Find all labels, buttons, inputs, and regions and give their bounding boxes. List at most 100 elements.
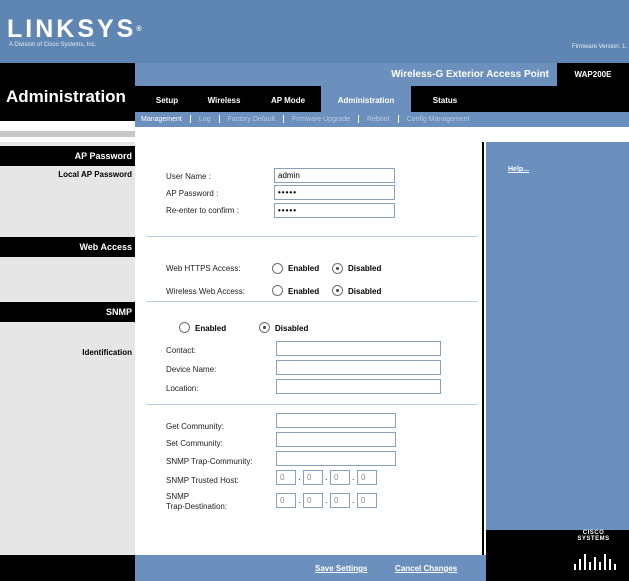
user-name-input[interactable]: admin bbox=[274, 168, 395, 183]
divider bbox=[147, 404, 477, 405]
cisco-bar bbox=[609, 559, 611, 570]
model-name: WAP200E bbox=[557, 63, 629, 86]
https-disabled-radio[interactable] bbox=[332, 263, 343, 274]
wireless-enabled-radio[interactable] bbox=[272, 285, 283, 296]
device-name-input[interactable] bbox=[276, 360, 441, 375]
tab-ap-mode[interactable]: AP Mode bbox=[263, 86, 313, 112]
cisco-systems-label: CISCO SYSTEMS bbox=[577, 530, 610, 542]
subtabs: Management Log Factory Default Firmware Upg… bbox=[135, 112, 629, 127]
cisco-bar bbox=[594, 557, 596, 570]
web-access-heading: Web Access bbox=[0, 237, 135, 257]
trap-destination-octet-2[interactable]: 0 bbox=[303, 493, 323, 508]
subtab-factory-default[interactable]: Factory Default bbox=[228, 112, 275, 127]
subtab-divider bbox=[218, 114, 220, 123]
trap-destination-octet-3[interactable]: 0 bbox=[330, 493, 350, 508]
subtab-config-management[interactable]: Config Management bbox=[407, 112, 470, 127]
snmp-heading: SNMP bbox=[0, 302, 135, 322]
web-https-access-label: Web HTTPS Access: bbox=[166, 264, 241, 273]
trap-community-input[interactable] bbox=[276, 451, 396, 466]
page-title-cell: Administration bbox=[0, 63, 135, 121]
tab-administration[interactable]: Administration bbox=[321, 86, 411, 112]
https-enabled-radio[interactable] bbox=[272, 263, 283, 274]
section-labels-column: AP Password Local AP Password Web Access… bbox=[0, 142, 135, 581]
trap-community-label: SNMP Trap-Community: bbox=[166, 457, 253, 466]
trap-destination-octet-1[interactable]: 0 bbox=[276, 493, 296, 508]
contact-label: Contact: bbox=[166, 346, 196, 355]
subtab-management[interactable]: Management bbox=[141, 112, 182, 127]
reenter-password-input[interactable]: ••••• bbox=[274, 203, 395, 218]
subtab-divider bbox=[283, 114, 285, 123]
https-disabled-label: Disabled bbox=[348, 264, 382, 273]
reenter-password-label: Re-enter to confirm : bbox=[166, 206, 239, 215]
wireless-web-access-label: Wireless Web Access: bbox=[166, 287, 245, 296]
right-footer: CISCO SYSTEMS bbox=[486, 530, 629, 581]
linksys-logo: LINKSYS® bbox=[7, 15, 142, 43]
https-enabled-label: Enabled bbox=[288, 264, 320, 273]
get-community-label: Get Community: bbox=[166, 422, 224, 431]
separator-strip bbox=[0, 127, 629, 142]
contact-input[interactable] bbox=[276, 341, 441, 356]
tagline: A Division of Cisco Systems, Inc. bbox=[9, 42, 97, 48]
firmware-version: Firmware Version: 1. bbox=[571, 44, 627, 50]
ip-dot: . bbox=[298, 472, 301, 482]
tab-wireless[interactable]: Wireless bbox=[199, 86, 249, 112]
trusted-host-label: SNMP Trusted Host: bbox=[166, 476, 239, 485]
location-input[interactable] bbox=[276, 379, 441, 394]
cisco-bar bbox=[614, 564, 616, 570]
footer-bar: Save Settings Cancel Changes bbox=[135, 555, 486, 581]
subtab-divider bbox=[397, 114, 399, 123]
device-name-label: Device Name: bbox=[166, 365, 217, 374]
left-footer bbox=[0, 555, 135, 581]
get-community-input[interactable] bbox=[276, 413, 396, 428]
help-link[interactable]: Help... bbox=[508, 166, 529, 173]
ip-dot: . bbox=[325, 472, 328, 482]
main-tabs: Setup Wireless AP Mode Administration St… bbox=[135, 86, 629, 112]
subtab-divider bbox=[357, 114, 359, 123]
snmp-disabled-label: Disabled bbox=[275, 324, 309, 333]
subtab-firmware-upgrade[interactable]: Firmware Upgrade bbox=[292, 112, 350, 127]
ap-password-input[interactable]: ••••• bbox=[274, 185, 395, 200]
cisco-bar bbox=[579, 559, 581, 570]
subtab-divider bbox=[189, 114, 191, 123]
user-name-label: User Name : bbox=[166, 172, 211, 181]
cancel-changes-button[interactable]: Cancel Changes bbox=[395, 564, 457, 573]
divider bbox=[147, 301, 477, 302]
ip-dot: . bbox=[352, 472, 355, 482]
trusted-host-octet-1[interactable]: 0 bbox=[276, 470, 296, 485]
tab-status[interactable]: Status bbox=[425, 86, 465, 112]
local-ap-password-label: Local AP Password bbox=[58, 170, 132, 179]
trap-destination-label-line-2: Trap-Destination: bbox=[166, 502, 228, 511]
snmp-enabled-radio[interactable] bbox=[179, 322, 190, 333]
set-community-label: Set Community: bbox=[166, 439, 223, 448]
save-settings-button[interactable]: Save Settings bbox=[315, 564, 367, 573]
model-bar: Wireless-G Exterior Access Point WAP200E bbox=[135, 63, 629, 86]
cisco-bar bbox=[589, 562, 591, 570]
divider bbox=[147, 236, 477, 237]
help-column: Help... bbox=[486, 142, 629, 555]
cisco-bar bbox=[574, 564, 576, 570]
cisco-systems-logo: CISCO SYSTEMS bbox=[566, 530, 621, 574]
set-community-input[interactable] bbox=[276, 432, 396, 447]
location-label: Location: bbox=[166, 384, 199, 393]
separator-grey bbox=[0, 131, 135, 137]
page-title: Administration bbox=[6, 87, 126, 106]
tab-setup[interactable]: Setup bbox=[147, 86, 187, 112]
ip-dot: . bbox=[352, 495, 355, 505]
trusted-host-octet-3[interactable]: 0 bbox=[330, 470, 350, 485]
cisco-bar bbox=[599, 562, 601, 570]
cisco-bar bbox=[584, 554, 586, 570]
snmp-enabled-label: Enabled bbox=[195, 324, 227, 333]
wireless-disabled-radio[interactable] bbox=[332, 285, 343, 296]
ip-dot: . bbox=[325, 495, 328, 505]
trap-destination-label-line-1: SNMP bbox=[166, 492, 190, 501]
ap-password-label: AP Password : bbox=[166, 189, 219, 198]
snmp-disabled-radio[interactable] bbox=[259, 322, 270, 333]
subtab-reboot[interactable]: Reboot bbox=[367, 112, 390, 127]
trusted-host-octet-2[interactable]: 0 bbox=[303, 470, 323, 485]
brand-bar: LINKSYS® A Division of Cisco Systems, In… bbox=[0, 0, 629, 63]
wireless-enabled-label: Enabled bbox=[288, 287, 320, 296]
trap-destination-octet-4[interactable]: 0 bbox=[357, 493, 377, 508]
ip-dot: . bbox=[298, 495, 301, 505]
trusted-host-octet-4[interactable]: 0 bbox=[357, 470, 377, 485]
subtab-log[interactable]: Log bbox=[199, 112, 211, 127]
